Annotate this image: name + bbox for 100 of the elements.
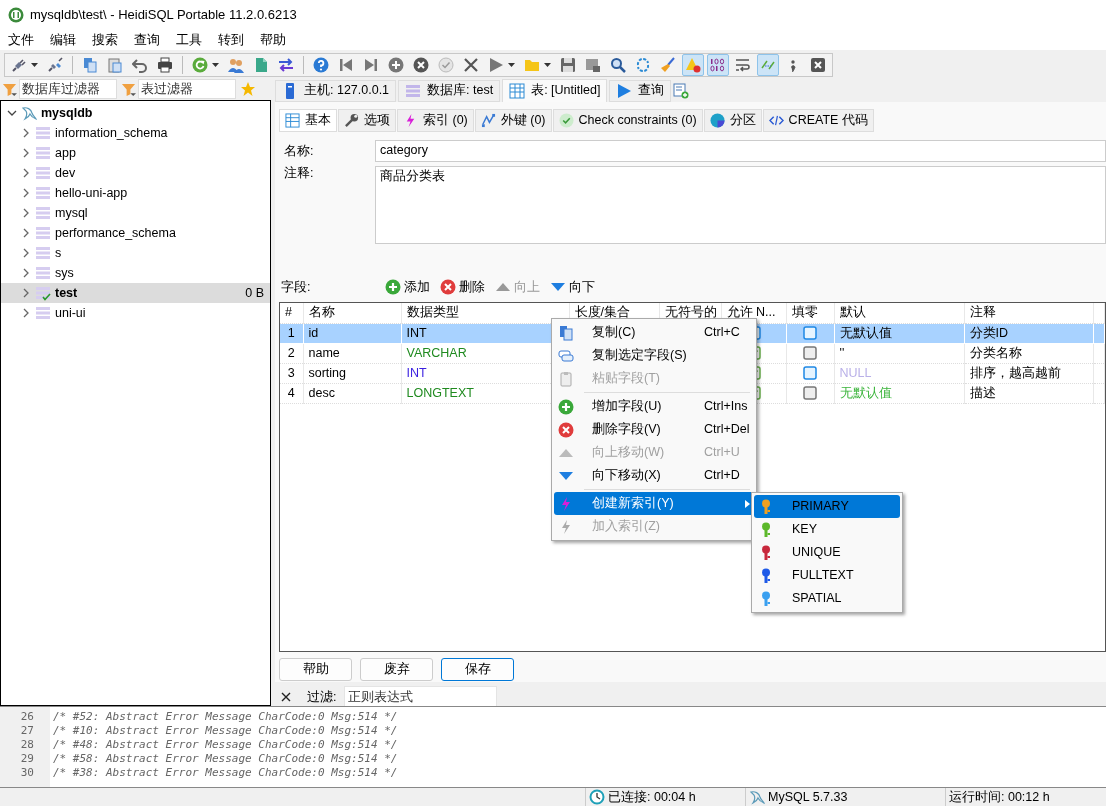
checkbox[interactable] xyxy=(803,386,817,400)
dialog-button[interactable]: 帮助 xyxy=(279,658,352,681)
tab[interactable]: 主机: 127.0.0.1 xyxy=(275,79,397,102)
users-icon xyxy=(228,57,244,73)
checkbox[interactable] xyxy=(803,366,817,380)
tab[interactable]: CREATE 代码 xyxy=(762,108,874,132)
check-icon xyxy=(558,112,574,128)
chevron-icon[interactable] xyxy=(21,168,31,178)
tree-item[interactable]: hello-uni-app xyxy=(55,185,128,201)
column-header[interactable]: 注释 xyxy=(964,303,1093,323)
close-icon[interactable] xyxy=(281,692,291,702)
log-line: /* #48: Abstract Error Message CharCode:0 Msg:514 */ xyxy=(52,738,398,752)
field-label: 注释: xyxy=(283,166,315,182)
copy-icon xyxy=(558,324,574,341)
folder-icon xyxy=(524,57,540,73)
tab[interactable]: 分区 xyxy=(703,108,762,132)
paste-icon xyxy=(107,57,123,73)
move-down-button[interactable]: 向下 xyxy=(548,279,597,295)
tab[interactable]: 外键 (0) xyxy=(474,108,552,132)
tree-item[interactable]: information_schema xyxy=(55,125,168,141)
tree-item[interactable]: sys xyxy=(55,265,74,281)
column-header[interactable]: 名称 xyxy=(303,303,401,323)
table-icon xyxy=(509,82,526,99)
menu-item[interactable]: 工具 xyxy=(176,32,202,48)
plug-icon xyxy=(11,57,27,73)
dialog-button[interactable]: 废弃 xyxy=(360,658,433,681)
menu-item[interactable]: UNIQUE xyxy=(754,541,900,564)
row-number: 1 xyxy=(280,323,303,343)
tree-item[interactable]: dev xyxy=(55,165,76,181)
tree-item[interactable]: test xyxy=(55,285,78,301)
new-tab-icon[interactable] xyxy=(673,82,690,99)
star-icon[interactable] xyxy=(240,81,256,97)
search-icon xyxy=(610,57,626,73)
filter-field[interactable]: 正则表达式 xyxy=(344,686,498,708)
tab[interactable]: 查询 xyxy=(609,79,672,102)
wrap-icon xyxy=(735,57,751,73)
check-icon xyxy=(438,57,454,73)
column-header[interactable]: 填零 xyxy=(786,303,834,323)
menu-item[interactable]: 编辑 xyxy=(50,32,76,48)
tree-item[interactable]: mysqldb xyxy=(41,105,93,121)
add-icon xyxy=(558,398,574,415)
line-number: 28 xyxy=(19,738,34,752)
field-label: 名称: xyxy=(283,143,315,159)
menu-item[interactable]: 查询 xyxy=(134,32,160,48)
help-icon xyxy=(313,57,329,73)
menu-item[interactable]: FULLTEXT xyxy=(754,564,900,587)
add-button[interactable]: 添加 xyxy=(383,279,432,295)
checkbox[interactable] xyxy=(803,326,817,340)
menu-item[interactable]: 删除字段(V) Ctrl+Del xyxy=(554,418,754,441)
name-field[interactable]: category xyxy=(375,140,1106,162)
line-number: 27 xyxy=(19,724,34,738)
undo-icon xyxy=(132,57,148,73)
filter-field[interactable]: 表过滤器 xyxy=(138,79,236,99)
column-header[interactable]: 默认 xyxy=(834,303,964,323)
dialog-button[interactable]: 保存 xyxy=(441,658,514,681)
chevron-icon[interactable] xyxy=(21,308,31,318)
tree-item[interactable]: app xyxy=(55,145,76,161)
chevron-icon[interactable] xyxy=(21,208,31,218)
menu-item[interactable]: 向下移动(X) Ctrl+D xyxy=(554,464,754,487)
arrows-icon xyxy=(278,57,294,73)
tree-item[interactable]: s xyxy=(55,245,62,261)
tab[interactable]: 索引 (0) xyxy=(397,108,474,132)
filter-field[interactable]: 数据库过滤器 xyxy=(19,79,117,99)
chevron-icon[interactable] xyxy=(21,188,31,198)
chevron-icon[interactable] xyxy=(21,148,31,158)
menu-item[interactable]: PRIMARY xyxy=(754,495,900,518)
table-icon xyxy=(285,112,300,128)
submenu-arrow-icon xyxy=(745,499,750,508)
menu-item[interactable]: SPATIAL xyxy=(754,587,900,610)
menu-item[interactable]: KEY xyxy=(754,518,900,541)
menu-item[interactable]: 文件 xyxy=(8,32,34,48)
binary-icon xyxy=(710,57,726,73)
chevron-icon[interactable] xyxy=(21,128,31,138)
chevron-icon[interactable] xyxy=(7,108,17,118)
menu-item[interactable]: 创建新索引(Y) xyxy=(554,492,754,515)
tab[interactable]: Check constraints (0) xyxy=(552,108,703,132)
delete-button[interactable]: 删除 xyxy=(438,279,487,295)
chevron-icon[interactable] xyxy=(21,228,31,238)
checkbox[interactable] xyxy=(803,346,817,360)
comment-field[interactable]: 商品分类表 xyxy=(375,166,1106,244)
chevron-icon[interactable] xyxy=(21,248,31,258)
menu-item[interactable]: 转到 xyxy=(218,32,244,48)
delete-icon xyxy=(440,279,456,295)
tab[interactable]: 表: [Untitled] xyxy=(502,78,608,103)
tree-item[interactable]: performance_schema xyxy=(55,225,176,241)
add-icon xyxy=(385,279,401,295)
menu-item[interactable]: 帮助 xyxy=(260,32,286,48)
chevron-icon[interactable] xyxy=(21,288,31,298)
tab[interactable]: 基本 xyxy=(279,108,337,132)
tab[interactable]: 数据库: test xyxy=(398,79,501,102)
chevron-icon[interactable] xyxy=(21,268,31,278)
tree-item[interactable]: uni-ui xyxy=(55,305,86,321)
tree-item[interactable]: mysql xyxy=(55,205,88,221)
toolbar-button[interactable] xyxy=(707,54,729,76)
tab[interactable]: 选项 xyxy=(338,108,396,132)
caret-icon xyxy=(544,63,551,67)
status-text: 已连接: 00:04 h xyxy=(608,789,696,805)
menu-item[interactable]: 搜索 xyxy=(92,32,118,48)
cancel-icon xyxy=(413,57,429,73)
column-header[interactable]: # xyxy=(280,303,303,323)
